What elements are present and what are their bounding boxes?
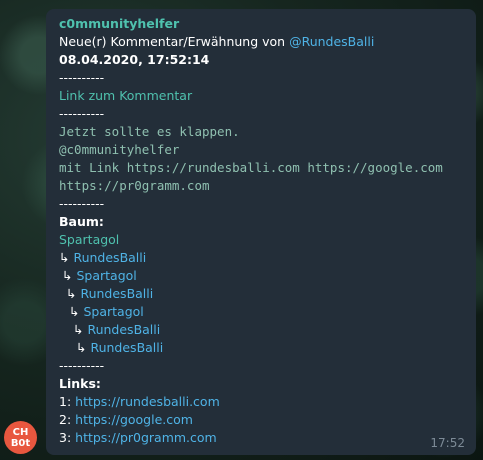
url-link[interactable]: https://google.com	[75, 412, 193, 427]
tree-user-link[interactable]: Spartagol	[76, 268, 136, 283]
tree-item: Spartagol	[59, 231, 464, 249]
reply-arrow-icon: ↳	[73, 322, 84, 337]
code-line: https://pr0gramm.com	[59, 178, 210, 193]
tree-user-link[interactable]: RundesBalli	[87, 322, 160, 337]
tree-item: ↳ RundesBalli	[59, 339, 464, 357]
avatar-text-line2: B0t	[10, 437, 31, 449]
reply-arrow-icon: ↳	[76, 340, 87, 355]
links-label: Links:	[59, 376, 101, 391]
link-item: 2: https://google.com	[59, 411, 464, 429]
link-item: 1: https://rundesballi.com	[59, 393, 464, 411]
separator: ----------	[59, 106, 105, 121]
link-number: 3:	[59, 430, 76, 445]
code-line: mit Link https://rundesballi.com https:/…	[59, 160, 443, 175]
link-number: 1:	[59, 394, 76, 409]
tree-user-link[interactable]: RundesBalli	[73, 250, 146, 265]
reply-arrow-icon: ↳	[66, 286, 77, 301]
comment-link[interactable]: Link zum Kommentar	[59, 87, 464, 105]
tree-item: ↳ Spartagol	[59, 303, 464, 321]
message-bubble: c0mmunityhelfer Neue(r) Kommentar/Erwähn…	[46, 9, 476, 455]
tree-item: ↳ Spartagol	[59, 267, 464, 285]
message-timestamp: 17:52	[430, 436, 465, 450]
url-link[interactable]: https://rundesballi.com	[75, 394, 220, 409]
avatar-text-line1: CH	[12, 426, 29, 438]
tree-user-link[interactable]: Spartagol	[59, 232, 119, 247]
tree-user-link[interactable]: RundesBalli	[90, 340, 163, 355]
link-item: 3: https://pr0gramm.com	[59, 429, 464, 447]
separator: ----------	[59, 196, 105, 211]
reply-arrow-icon: ↳	[69, 304, 80, 319]
url-link[interactable]: https://pr0gramm.com	[75, 430, 217, 445]
heading-text: Neue(r) Kommentar/Erwähnung von	[59, 34, 290, 49]
code-line: Jetzt sollte es klappen.	[59, 124, 240, 139]
tree-user-link[interactable]: Spartagol	[83, 304, 143, 319]
separator: ----------	[59, 358, 105, 373]
reply-arrow-icon: ↳	[62, 268, 73, 283]
bot-avatar[interactable]: CH B0t	[4, 421, 37, 454]
comment-datetime: 08.04.2020, 17:52:14	[59, 52, 210, 67]
tree-label: Baum:	[59, 214, 104, 229]
tree-item: ↳ RundesBalli	[59, 285, 464, 303]
link-number: 2:	[59, 412, 76, 427]
tree-item: ↳ RundesBalli	[59, 249, 464, 267]
sender-name[interactable]: c0mmunityhelfer	[59, 15, 464, 33]
tree-item: ↳ RundesBalli	[59, 321, 464, 339]
code-line: @c0mmunityhelfer	[59, 142, 180, 157]
tree-user-link[interactable]: RundesBalli	[80, 286, 153, 301]
reply-arrow-icon: ↳	[59, 250, 70, 265]
message-heading: Neue(r) Kommentar/Erwähnung von @RundesB…	[59, 33, 464, 51]
mention-link[interactable]: @RundesBalli	[289, 34, 374, 49]
separator: ----------	[59, 70, 105, 85]
